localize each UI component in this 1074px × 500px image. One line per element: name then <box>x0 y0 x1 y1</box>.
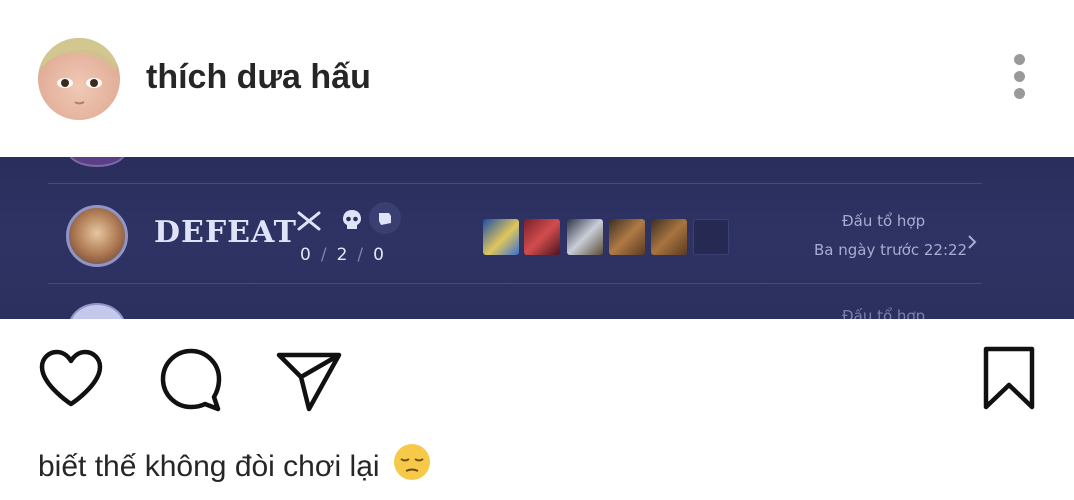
deaths-value: 2 <box>336 245 348 265</box>
post-image[interactable]: DEFEAT 0/2/0 Đấu tổ hợp Ba ngày trước 22… <box>0 157 1074 319</box>
gauntlet-item <box>651 219 687 255</box>
caption-text: biết thế không đòi chơi lại <box>38 450 380 483</box>
skull-icon <box>343 210 361 229</box>
match-result: DEFEAT <box>154 215 298 250</box>
row-divider <box>48 183 982 184</box>
more-vertical-icon[interactable] <box>1008 54 1030 104</box>
action-bar <box>0 319 1074 429</box>
row-divider <box>48 283 982 284</box>
hero-portrait-previous <box>68 157 126 167</box>
match-time: Ba ngày trước 22:22 <box>814 241 968 259</box>
avatar[interactable] <box>38 38 120 120</box>
hero-portrait-next <box>68 303 126 319</box>
kills-value: 0 <box>300 245 311 265</box>
blade-item <box>483 219 519 255</box>
empty-slot <box>693 219 729 255</box>
sword-item <box>567 219 603 255</box>
game-mode-next: Đấu tổ hợp <box>842 307 926 319</box>
post-header: thích dưa hấu <box>0 0 1074 157</box>
heart-icon[interactable] <box>38 349 104 409</box>
assists-value: 0 <box>373 245 384 265</box>
send-icon[interactable] <box>275 349 343 413</box>
hero-portrait <box>66 205 128 267</box>
comment-icon[interactable] <box>158 347 224 413</box>
boots-item <box>524 219 560 255</box>
game-mode: Đấu tổ hợp <box>842 212 926 230</box>
username[interactable]: thích dưa hấu <box>146 58 371 97</box>
pensive-face-icon <box>392 442 432 490</box>
assist-fist-icon <box>369 202 401 234</box>
gauntlet-item <box>609 219 645 255</box>
chevron-right-icon <box>968 235 977 249</box>
kda-icons <box>296 202 416 235</box>
bookmark-icon[interactable] <box>982 345 1036 411</box>
crossed-swords-icon <box>297 211 321 231</box>
post-caption: biết thế không đòi chơi lại <box>38 442 432 490</box>
kda-values: 0/2/0 <box>300 245 384 265</box>
